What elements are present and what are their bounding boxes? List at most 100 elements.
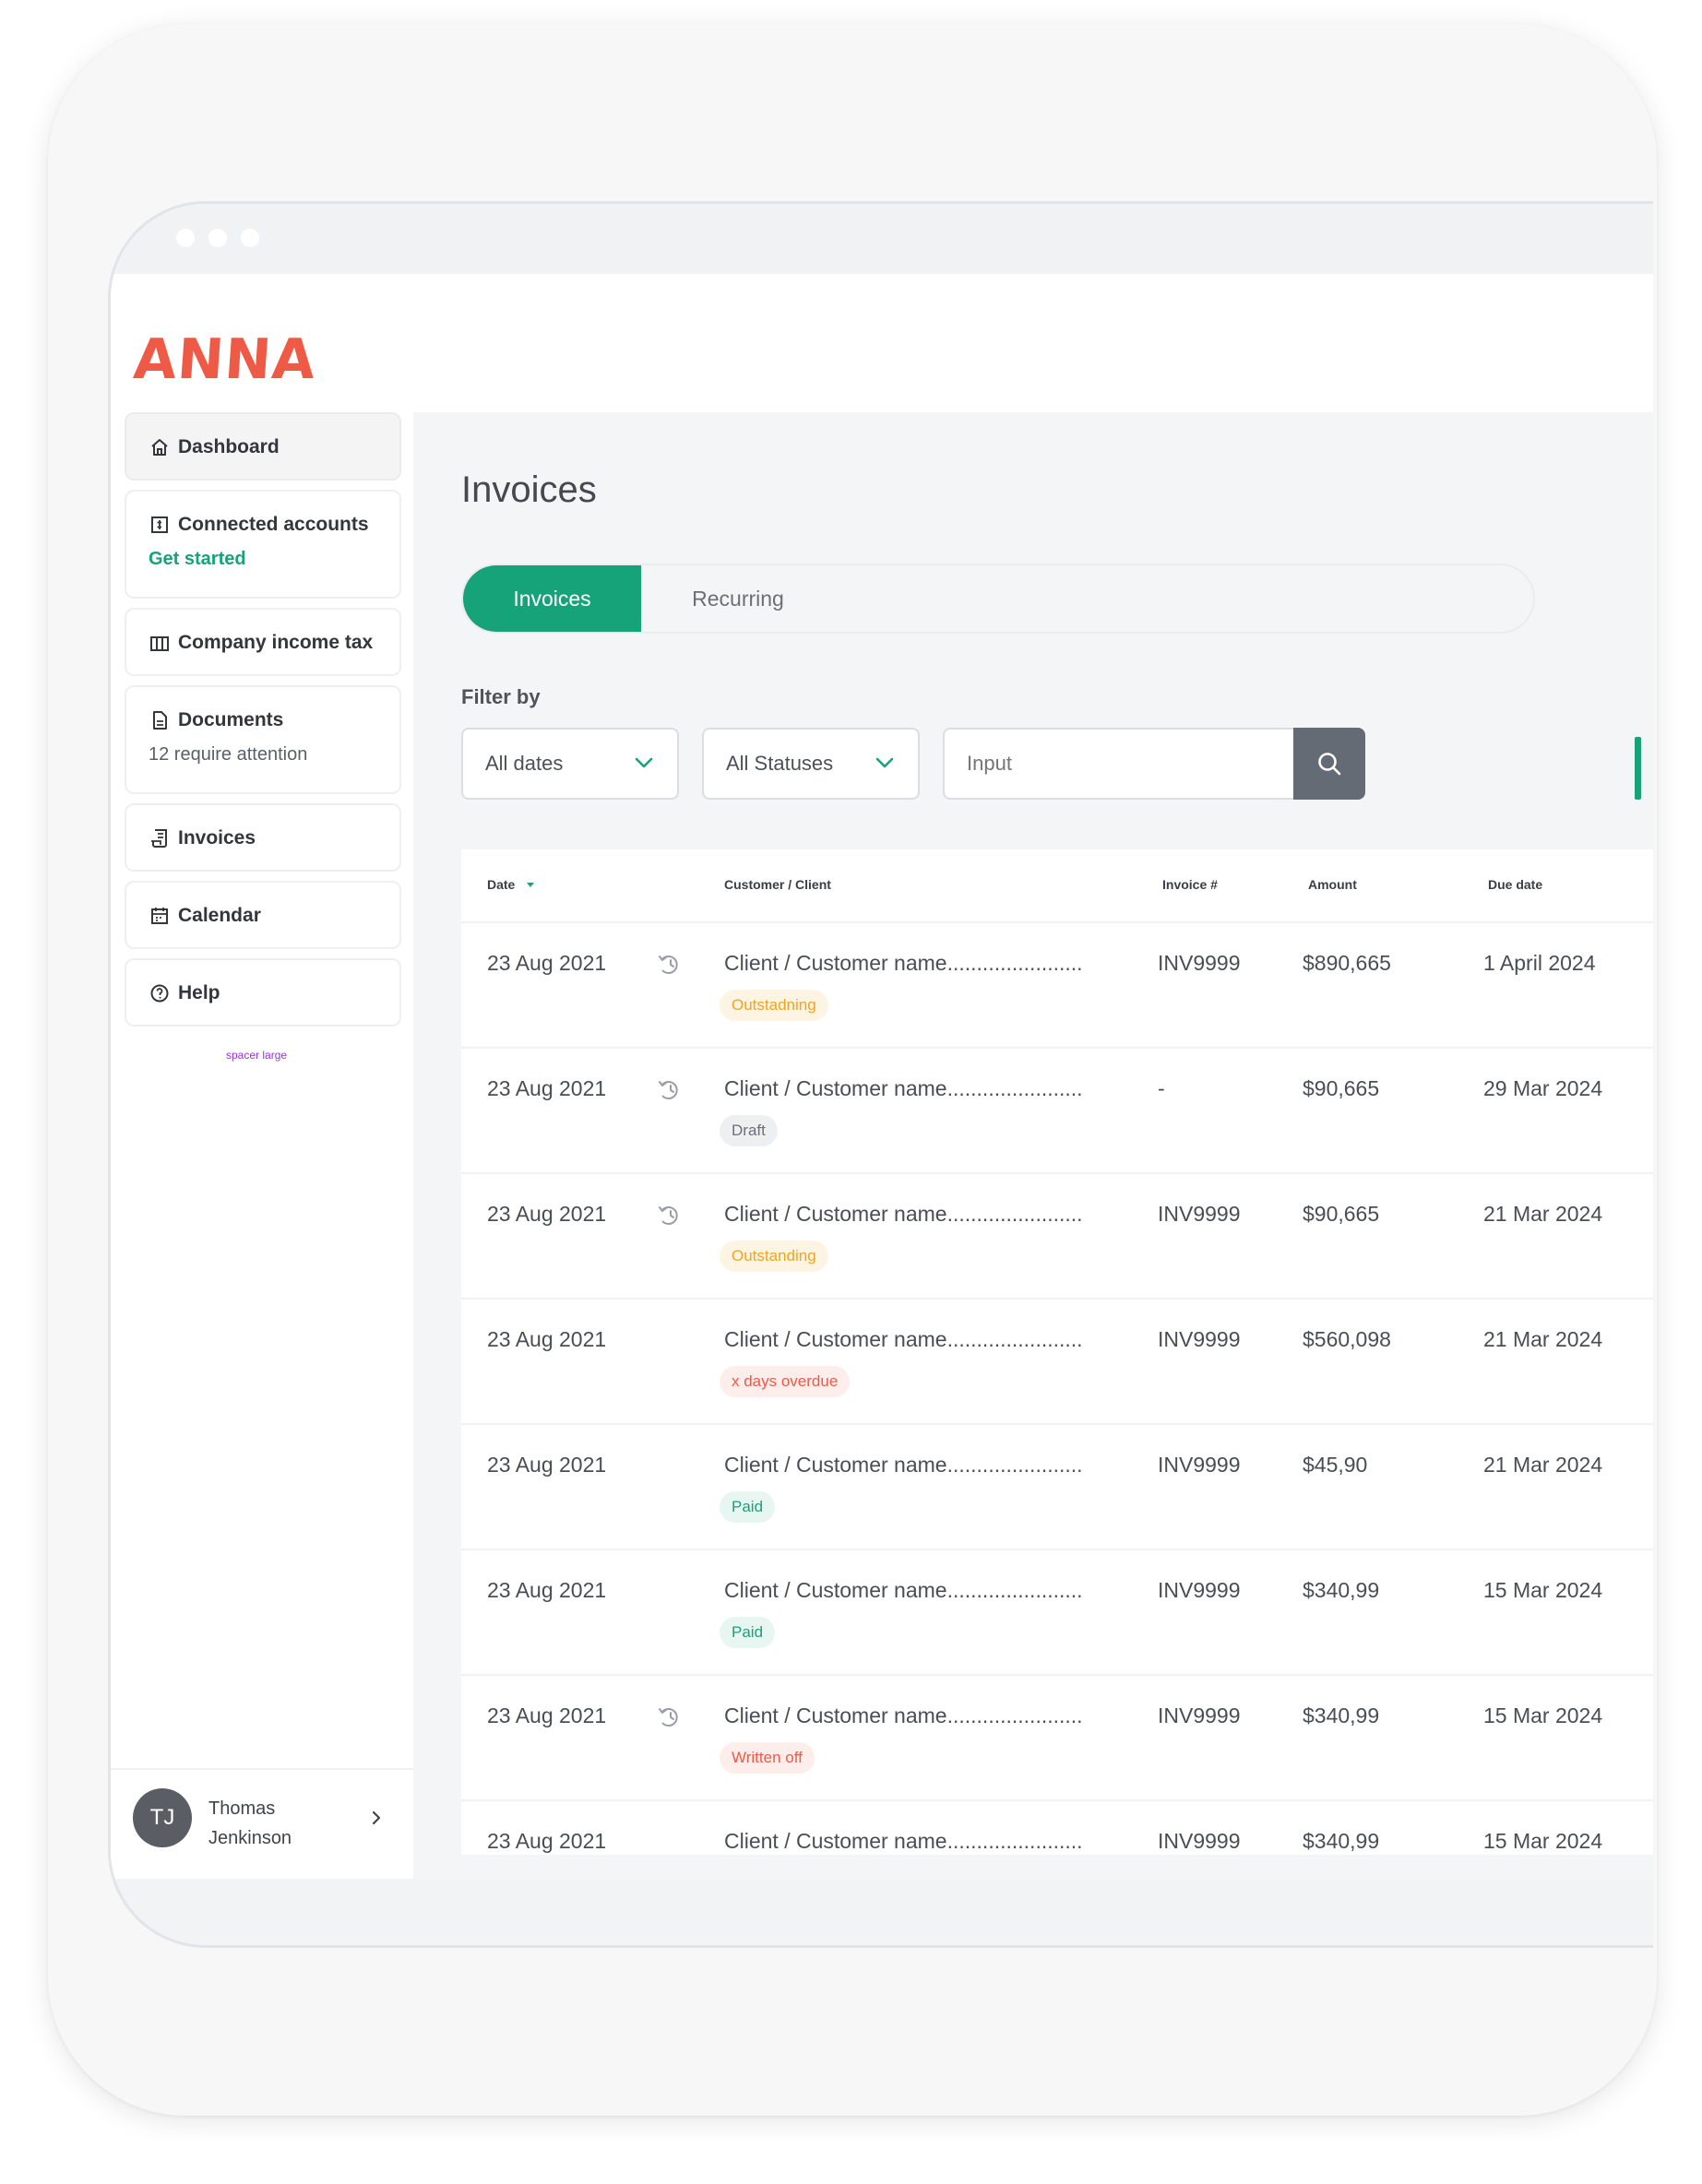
invoice-amount: $45,90 xyxy=(1303,1453,1368,1477)
bank-icon xyxy=(151,516,168,533)
history-icon[interactable] xyxy=(657,1703,684,1731)
help-icon xyxy=(150,984,169,1003)
sidebar-item-documents[interactable]: Documents 12 require attention xyxy=(125,685,401,794)
sidebar-item-invoices[interactable]: Invoices xyxy=(125,803,401,872)
invoice-date: 23 Aug 2021 xyxy=(487,1327,607,1351)
avatar: TJ xyxy=(133,1788,192,1847)
get-started-link[interactable]: Get started xyxy=(149,549,377,570)
invoice-date: 23 Aug 2021 xyxy=(487,1453,607,1477)
window-minimize-dot[interactable] xyxy=(208,229,227,247)
status-badge: Paid xyxy=(720,1491,776,1523)
table-row[interactable]: 23 Aug 2021 Client / Customer name.......… xyxy=(461,1550,1653,1676)
customer-name: Client / Customer name..................… xyxy=(724,1578,1083,1602)
due-date: 1 April 2024 xyxy=(1483,951,1596,975)
invoice-date: 23 Aug 2021 xyxy=(487,1829,607,1853)
table-row[interactable]: 23 Aug 2021 Client / Customer name.......… xyxy=(461,923,1653,1049)
sidebar-item-label: Help xyxy=(178,982,220,1003)
invoice-amount: $560,098 xyxy=(1303,1327,1391,1351)
due-date: 15 Mar 2024 xyxy=(1483,1578,1603,1602)
spacer-label: spacer large xyxy=(226,1049,288,1062)
history-icon[interactable] xyxy=(657,1202,684,1229)
due-date: 29 Mar 2024 xyxy=(1483,1076,1603,1100)
column-header-customer[interactable]: Customer / Client xyxy=(724,877,831,892)
sidebar-item-label: Company income tax xyxy=(178,632,374,653)
status-badge: Outstadning xyxy=(720,990,828,1021)
sidebar-item-dashboard[interactable]: Dashboard xyxy=(125,412,401,481)
home-icon xyxy=(151,439,168,456)
invoice-number: INV9999 xyxy=(1158,951,1241,975)
top-band: ANNA xyxy=(111,274,1653,412)
table-row[interactable]: 23 Aug 2021 Client / Customer name.......… xyxy=(461,1425,1653,1550)
window-zoom-dot[interactable] xyxy=(241,229,259,247)
search-icon xyxy=(1318,753,1341,776)
customer-name: Client / Customer name..................… xyxy=(724,1202,1083,1226)
sidebar-item-calendar[interactable]: Calendar xyxy=(125,881,401,949)
invoice-date: 23 Aug 2021 xyxy=(487,1202,607,1226)
table-row[interactable]: 23 Aug 2021 Client / Customer name.......… xyxy=(461,1801,1653,1855)
invoice-amount: $340,99 xyxy=(1303,1829,1380,1853)
title-bar xyxy=(111,204,1653,274)
status-badge: Outstanding xyxy=(720,1240,828,1272)
invoice-amount: $890,665 xyxy=(1303,951,1391,975)
invoice-amount: $90,665 xyxy=(1303,1202,1380,1226)
table-row[interactable]: 23 Aug 2021 Client / Customer name.......… xyxy=(461,1300,1653,1425)
sidebar-item-label: Connected accounts xyxy=(178,514,369,535)
dates-select[interactable]: All dates xyxy=(461,728,679,800)
document-icon xyxy=(153,711,167,730)
column-header-due-date[interactable]: Due date xyxy=(1488,877,1542,892)
invoice-amount: $340,99 xyxy=(1303,1703,1380,1727)
tab-invoices[interactable]: Invoices xyxy=(463,565,641,632)
column-header-invoice-number[interactable]: Invoice # xyxy=(1162,877,1218,892)
due-date: 21 Mar 2024 xyxy=(1483,1453,1603,1477)
table-header: Date Customer / Client Invoice # Amount … xyxy=(461,849,1653,923)
history-icon[interactable] xyxy=(657,1076,684,1104)
table-row[interactable]: 23 Aug 2021 Client / Customer name.......… xyxy=(461,1174,1653,1300)
customer-name: Client / Customer name..................… xyxy=(724,951,1083,975)
invoice-date: 23 Aug 2021 xyxy=(487,951,607,975)
invoice-number: INV9999 xyxy=(1158,1202,1241,1226)
search-button[interactable] xyxy=(1293,728,1365,800)
invoice-amount: $90,665 xyxy=(1303,1076,1380,1100)
sidebar-item-label: Invoices xyxy=(178,827,256,849)
dates-select-value: All dates xyxy=(485,752,564,775)
app: ANNA Dashboard Connected accounts Get st… xyxy=(111,274,1653,1879)
tab-recurring[interactable]: Recurring xyxy=(641,565,835,632)
sidebar-item-connected-accounts[interactable]: Connected accounts Get started xyxy=(125,490,401,599)
statuses-select[interactable]: All Statuses xyxy=(702,728,920,800)
sidebar-item-label: Documents xyxy=(178,709,284,730)
user-name: Thomas Jenkinson xyxy=(208,1798,292,1848)
invoices-table: Date Customer / Client Invoice # Amount … xyxy=(461,849,1653,1855)
calendar-icon xyxy=(151,908,168,924)
column-header-amount[interactable]: Amount xyxy=(1308,877,1357,892)
browser-window: ANNA Dashboard Connected accounts Get st… xyxy=(108,201,1653,1948)
history-icon[interactable] xyxy=(657,951,684,979)
page-title: Invoices xyxy=(461,469,597,510)
chevron-right-icon[interactable] xyxy=(369,1807,384,1829)
invoice-date: 23 Aug 2021 xyxy=(487,1076,607,1100)
sidebar-item-company-income-tax[interactable]: Company income tax xyxy=(125,608,401,676)
invoice-number: INV9999 xyxy=(1158,1829,1241,1853)
sidebar: Dashboard Connected accounts Get started… xyxy=(111,412,413,1879)
column-header-date[interactable]: Date xyxy=(487,877,535,892)
table-row[interactable]: 23 Aug 2021 Client / Customer name.......… xyxy=(461,1676,1653,1801)
anna-logo[interactable]: ANNA xyxy=(132,327,318,392)
window-close-dot[interactable] xyxy=(176,229,195,247)
main-content: Invoices Invoices Recurring Filter by Al… xyxy=(413,412,1653,1879)
documents-attention-count: 12 require attention xyxy=(149,744,308,765)
invoice-number: - xyxy=(1158,1076,1165,1100)
invoice-icon xyxy=(151,829,167,848)
columns-icon xyxy=(150,636,169,651)
customer-name: Client / Customer name..................… xyxy=(724,1327,1083,1351)
customer-name: Client / Customer name..................… xyxy=(724,1076,1083,1100)
table-body: 23 Aug 2021 Client / Customer name.......… xyxy=(461,923,1653,1855)
sidebar-item-label: Calendar xyxy=(178,905,261,926)
sidebar-item-help[interactable]: Help xyxy=(125,958,401,1027)
sort-down-icon xyxy=(527,883,535,888)
action-button-edge[interactable] xyxy=(1635,737,1641,800)
search-input[interactable] xyxy=(943,728,1293,800)
table-row[interactable]: 23 Aug 2021 Client / Customer name.......… xyxy=(461,1049,1653,1174)
status-badge: Draft xyxy=(720,1115,778,1146)
customer-name: Client / Customer name..................… xyxy=(724,1703,1083,1727)
user-profile[interactable]: TJ Thomas Jenkinson xyxy=(111,1768,413,1866)
due-date: 21 Mar 2024 xyxy=(1483,1202,1603,1226)
